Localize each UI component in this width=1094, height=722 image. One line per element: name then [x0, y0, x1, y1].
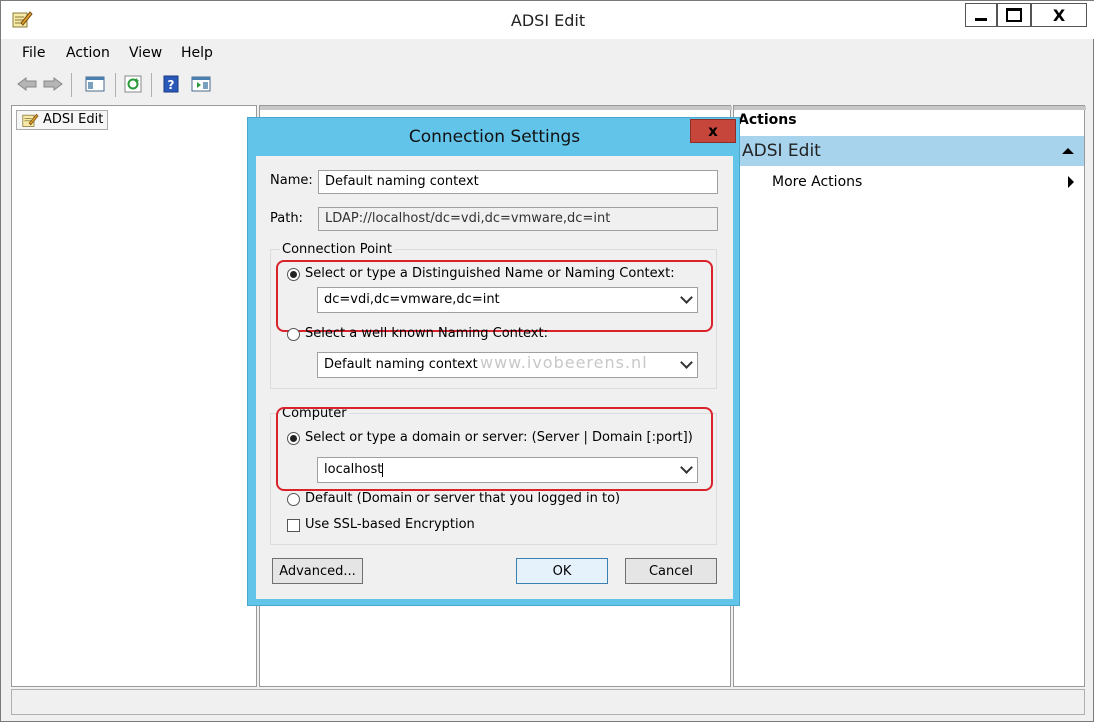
actions-header-line	[734, 106, 1086, 110]
dialog-title: Connection Settings	[408, 127, 581, 147]
radio-distinguished-name[interactable]	[287, 268, 300, 281]
watermark-text: www.ivobeerens.nl	[480, 353, 648, 372]
radio-distinguished-name-label: Select or type a Distinguished Name or N…	[305, 266, 675, 281]
refresh-icon[interactable]	[121, 73, 145, 95]
text-caret	[382, 462, 384, 477]
connection-settings-dialog: Connection Settings x Name: Default nami…	[247, 117, 740, 606]
close-icon: X	[1052, 5, 1066, 25]
chevron-down-icon	[680, 461, 693, 474]
menu-file[interactable]: File	[22, 45, 45, 61]
console-tree-pane: ADSI Edit	[11, 105, 257, 687]
help-icon[interactable]: ?	[159, 73, 183, 95]
distinguished-name-value: dc=vdi,dc=vmware,dc=int	[324, 292, 500, 307]
tree-item-label: ADSI Edit	[43, 112, 104, 127]
title-bar: ADSI Edit X	[1, 1, 1094, 39]
radio-domain-or-server-label: Select or type a domain or server: (Serv…	[305, 430, 693, 445]
well-known-context-value: Default naming context	[324, 357, 478, 372]
forward-arrow-icon[interactable]	[41, 73, 65, 95]
radio-default-domain[interactable]	[287, 493, 300, 506]
distinguished-name-combo[interactable]: dc=vdi,dc=vmware,dc=int	[317, 287, 698, 313]
submenu-arrow-icon[interactable]	[1068, 176, 1074, 188]
show-hide-action-pane-icon[interactable]	[189, 73, 213, 95]
dialog-close-button[interactable]: x	[690, 119, 736, 143]
server-value: localhost	[324, 462, 383, 477]
minimize-icon	[975, 17, 987, 21]
more-actions-item[interactable]: More Actions	[772, 174, 862, 190]
window-title: ADSI Edit	[510, 11, 586, 30]
dialog-body: Name: Default naming context Path: LDAP:…	[256, 156, 733, 599]
radio-well-known-context-label: Select a well known Naming Context:	[305, 326, 548, 341]
close-icon: x	[708, 122, 718, 140]
ssl-checkbox-label: Use SSL-based Encryption	[305, 517, 475, 532]
minimize-button[interactable]	[965, 3, 997, 27]
path-label: Path:	[270, 211, 303, 226]
advanced-button[interactable]: Advanced...	[272, 558, 363, 584]
name-label: Name:	[270, 173, 313, 188]
server-combo[interactable]: localhost	[317, 457, 698, 483]
maximize-icon	[1006, 8, 1022, 22]
radio-well-known-context[interactable]	[287, 328, 300, 341]
actions-pane: Actions ADSI Edit More Actions	[733, 105, 1086, 687]
details-header-line	[260, 106, 732, 110]
ok-button[interactable]: OK	[516, 558, 608, 584]
name-field[interactable]: Default naming context	[318, 170, 718, 194]
actions-group-adsi-edit[interactable]: ADSI Edit	[738, 136, 1084, 166]
menu-help[interactable]: Help	[181, 45, 213, 61]
close-window-button[interactable]: X	[1031, 3, 1087, 27]
collapse-up-icon[interactable]	[1062, 148, 1074, 154]
show-hide-console-tree-icon[interactable]	[83, 73, 107, 95]
path-field: LDAP://localhost/dc=vdi,dc=vmware,dc=int	[318, 207, 718, 231]
adsi-edit-icon	[21, 112, 39, 128]
menu-bar: File Action View Help	[11, 39, 1094, 67]
status-bar	[11, 689, 1085, 715]
connection-point-label: Connection Point	[280, 242, 394, 257]
maximize-button[interactable]	[997, 3, 1031, 27]
actions-group-title: ADSI Edit	[742, 141, 821, 161]
cancel-button[interactable]: Cancel	[625, 558, 717, 584]
radio-default-domain-label: Default (Domain or server that you logge…	[305, 491, 621, 506]
toolbar: ?	[11, 69, 1094, 101]
menu-view[interactable]: View	[129, 45, 162, 61]
chevron-down-icon	[680, 291, 693, 304]
tree-item-adsi-edit[interactable]: ADSI Edit	[16, 110, 109, 130]
ssl-checkbox[interactable]	[287, 519, 300, 532]
svg-text:?: ?	[168, 78, 175, 92]
actions-header: Actions	[738, 112, 797, 128]
chevron-down-icon	[680, 356, 693, 369]
radio-domain-or-server[interactable]	[287, 432, 300, 445]
menu-action[interactable]: Action	[66, 45, 110, 61]
back-arrow-icon[interactable]	[15, 73, 39, 95]
